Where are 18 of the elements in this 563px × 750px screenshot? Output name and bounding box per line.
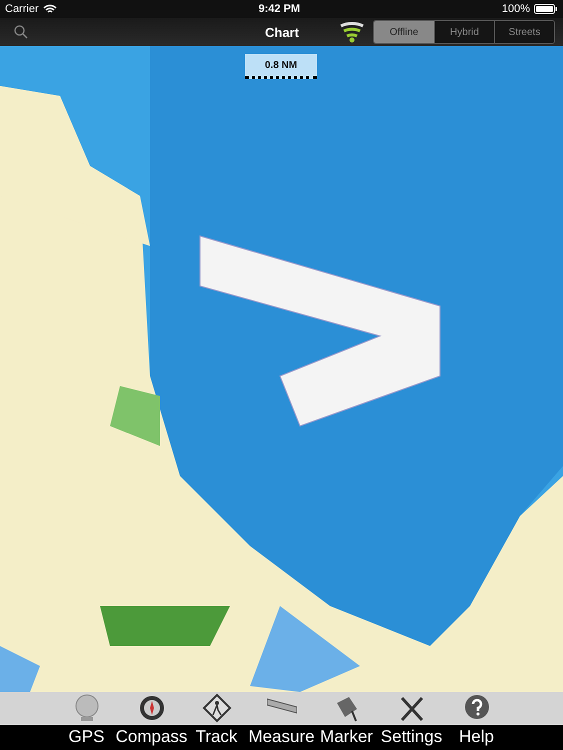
carrier-label: Carrier bbox=[5, 3, 39, 15]
toolbar-button[interactable]: Help bbox=[444, 692, 509, 750]
toolbar-button[interactable]: Marker bbox=[314, 692, 379, 750]
map-mode-tab[interactable]: Hybrid bbox=[434, 21, 494, 43]
status-time: 9:42 PM bbox=[257, 3, 302, 15]
nautical-map-drawing[interactable] bbox=[0, 46, 563, 692]
battery-icon bbox=[534, 4, 558, 14]
battery-percent: 100% bbox=[502, 3, 530, 15]
map-mode-tab[interactable]: Offline bbox=[374, 21, 434, 43]
toolbar-button[interactable]: Settings bbox=[379, 692, 444, 750]
map-mode-tab[interactable]: Streets bbox=[494, 21, 554, 43]
track-icon bbox=[202, 693, 232, 723]
search-icon[interactable] bbox=[14, 25, 28, 39]
toolbar-button[interactable]: Measure bbox=[249, 692, 314, 750]
nav-title: Chart bbox=[265, 24, 299, 40]
wifi-icon bbox=[42, 4, 57, 14]
scale-bar: 0.8 NM bbox=[245, 54, 317, 79]
signal-icon bbox=[339, 21, 365, 43]
